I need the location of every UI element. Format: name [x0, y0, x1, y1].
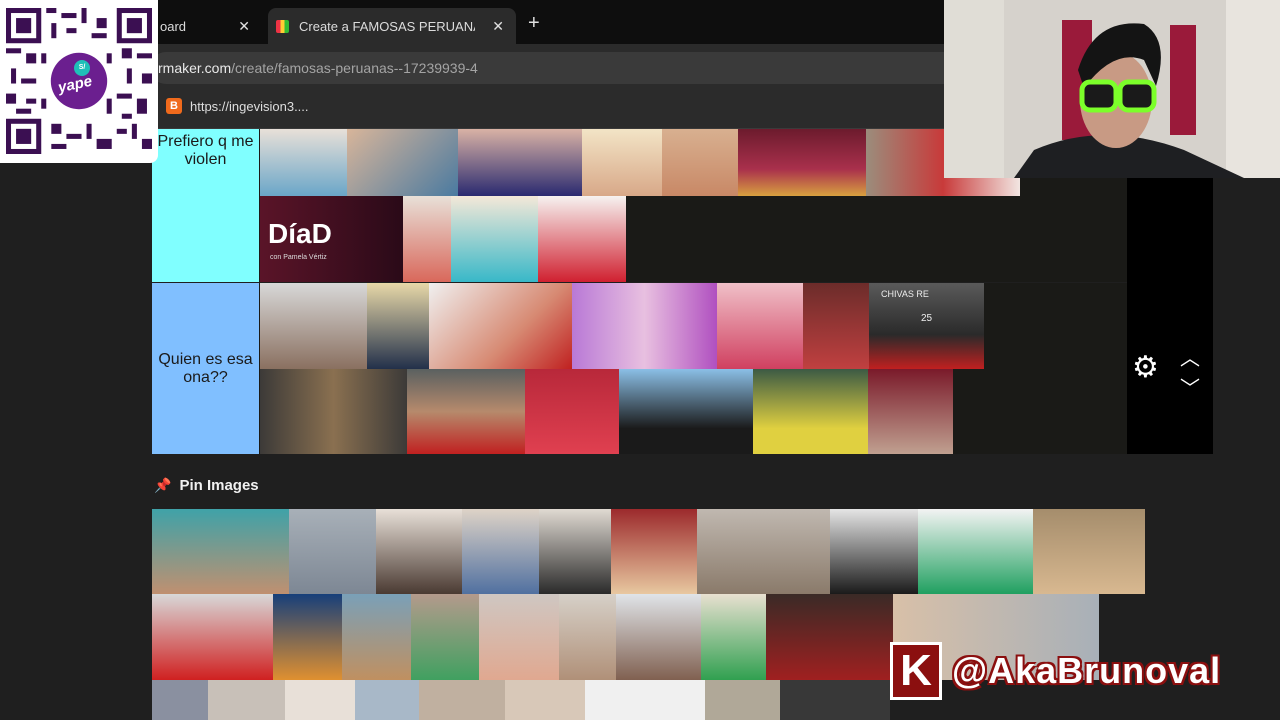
address-bar[interactable]: rmaker.com/create/famosas-peruanas--1723… [150, 52, 944, 84]
pin-image[interactable] [705, 680, 780, 720]
pushpin-icon: 📌 [154, 477, 172, 493]
pin-images-title: Pin Images [179, 477, 259, 494]
webcam-overlay [944, 0, 1280, 178]
pin-image[interactable] [152, 594, 273, 680]
tier-image-chivas[interactable]: CHIVAS RE 25 [869, 283, 984, 369]
pin-image[interactable] [479, 594, 559, 680]
tier-image[interactable] [868, 369, 953, 454]
pin-image[interactable] [830, 509, 918, 594]
close-icon[interactable]: ✕ [492, 18, 504, 35]
tier-image[interactable] [347, 129, 458, 196]
pin-image[interactable] [355, 680, 419, 720]
pin-image[interactable] [585, 680, 705, 720]
pin-images-heading: 📌 Pin Images [154, 477, 259, 494]
tier-row-2: Quien es esa ona?? CHIVAS RE 25 [152, 283, 1212, 454]
tier-label[interactable]: Prefiero q me violen [152, 129, 259, 282]
brand-logo: K [890, 642, 942, 700]
tier-image[interactable] [619, 369, 753, 454]
chivas-text: CHIVAS RE [881, 289, 929, 299]
gear-icon[interactable]: ⚙ [1132, 350, 1159, 385]
url-path: /create/famosas-peruanas--17239939-4 [231, 60, 478, 76]
url-host: rmaker.com [158, 60, 232, 76]
tier-image[interactable] [407, 369, 525, 454]
pin-image[interactable] [289, 509, 376, 594]
pin-image[interactable] [697, 509, 830, 594]
tiermaker-favicon-icon [276, 19, 289, 33]
chivas-number: 25 [921, 313, 933, 324]
tier-image-diad[interactable]: DíaD con Pamela Vértiz [260, 196, 403, 282]
pin-image[interactable] [273, 594, 342, 680]
pin-image[interactable] [918, 509, 1033, 594]
new-tab-icon[interactable]: + [528, 12, 540, 35]
pin-image[interactable] [462, 509, 539, 594]
tab-label: Create a FAMOSAS PERUANAS [299, 18, 475, 34]
pin-image[interactable] [152, 509, 289, 594]
pin-image[interactable] [505, 680, 585, 720]
tab-label: oard [160, 18, 187, 34]
tier-image[interactable] [572, 283, 717, 369]
chevron-down-icon[interactable]: ﹀ [1180, 372, 1200, 401]
streamer-branding: K @AkaBrunoval [890, 642, 1221, 700]
pin-image[interactable] [616, 594, 701, 680]
pin-image[interactable] [376, 509, 462, 594]
pin-image[interactable] [701, 594, 766, 680]
pin-image[interactable] [208, 680, 285, 720]
pin-image[interactable] [1033, 509, 1145, 594]
pin-image[interactable] [152, 680, 208, 720]
tier-image[interactable] [367, 283, 429, 369]
tier-image[interactable] [662, 129, 738, 196]
chevron-up-icon[interactable]: ︿ [1180, 342, 1200, 371]
tier-image[interactable] [260, 369, 407, 454]
bookmark-label: https://ingevision3.... [190, 98, 309, 114]
tier-image[interactable] [403, 196, 451, 282]
tier-image[interactable] [429, 283, 572, 369]
tier-image[interactable] [260, 129, 347, 196]
pin-image[interactable] [419, 680, 505, 720]
pin-image[interactable] [780, 680, 890, 720]
pin-image[interactable] [342, 594, 411, 680]
streamer-handle: @AkaBrunoval [952, 650, 1222, 691]
tier-image[interactable] [582, 129, 662, 196]
tab-create-famosas[interactable]: Create a FAMOSAS PERUANAS ✕ [268, 8, 516, 44]
pin-image[interactable] [411, 594, 479, 680]
tier-image[interactable] [525, 369, 619, 454]
pin-image[interactable] [611, 509, 697, 594]
tab-board[interactable]: oard ✕ [160, 8, 264, 44]
tier-controls [1127, 178, 1213, 454]
bookmark-item[interactable]: B https://ingevision3.... [166, 98, 309, 114]
streamer-webcam-icon [944, 0, 1280, 178]
tier-image[interactable] [451, 196, 538, 282]
tier-image[interactable] [717, 283, 803, 369]
close-icon[interactable]: ✕ [238, 18, 250, 35]
tier-image[interactable] [738, 129, 866, 196]
pin-image[interactable] [766, 594, 893, 680]
yape-qr-overlay: S/ yape [0, 0, 158, 163]
pin-image[interactable] [539, 509, 611, 594]
tier-image[interactable] [803, 283, 869, 369]
blogger-icon: B [166, 98, 182, 114]
tier-image[interactable] [538, 196, 626, 282]
pin-image[interactable] [285, 680, 355, 720]
pin-image[interactable] [559, 594, 616, 680]
tier-label[interactable]: Quien es esa ona?? [152, 283, 259, 454]
diad-subtitle: con Pamela Vértiz [270, 254, 327, 261]
tier-image[interactable] [458, 129, 582, 196]
tier-label-text: Quien es esa ona?? [158, 350, 253, 386]
diad-title: DíaD [268, 218, 332, 249]
tier-image[interactable] [753, 369, 868, 454]
tier-image[interactable] [260, 283, 367, 369]
